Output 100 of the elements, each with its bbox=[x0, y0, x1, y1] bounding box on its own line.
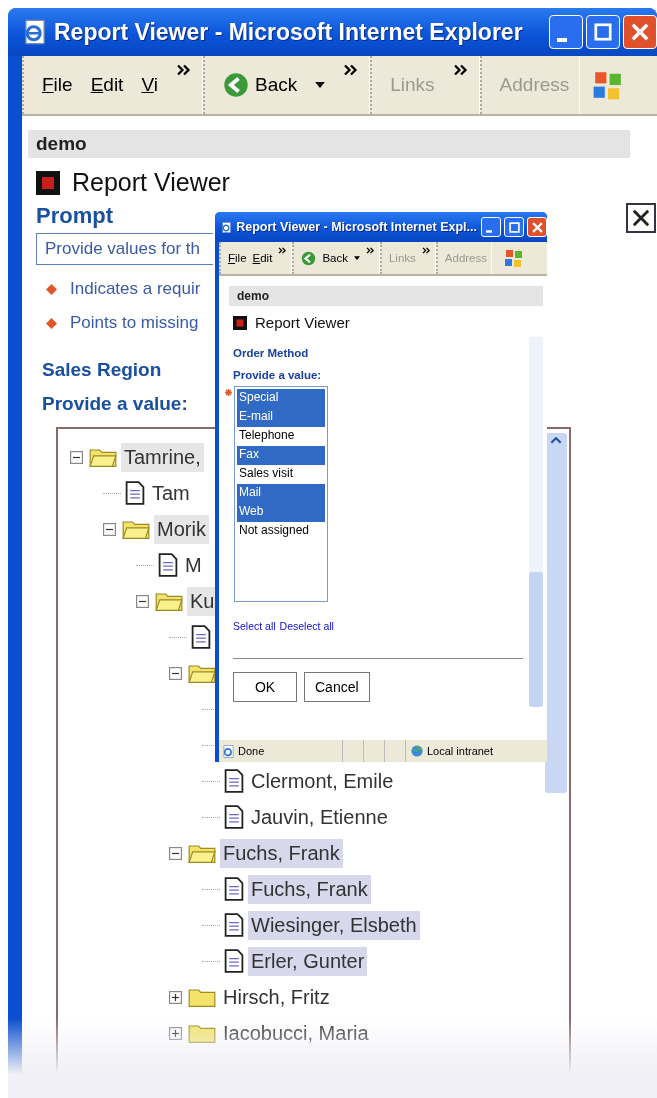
note-text: Points to missing bbox=[70, 313, 199, 333]
scroll-up-icon[interactable] bbox=[550, 437, 562, 444]
globe-icon bbox=[410, 744, 424, 758]
chevron-icon[interactable] bbox=[343, 64, 360, 76]
list-option[interactable]: Not assigned bbox=[237, 522, 325, 541]
list-option[interactable]: Sales visit bbox=[237, 465, 325, 484]
tree-item[interactable]: Erler, Gunter bbox=[248, 946, 368, 976]
collapse-icon[interactable] bbox=[70, 450, 83, 464]
folder-icon bbox=[188, 986, 216, 1008]
chevron-icon[interactable] bbox=[278, 247, 288, 254]
tree-item[interactable]: Ku bbox=[187, 586, 218, 616]
tree-item[interactable]: Hirsch, Fritz bbox=[220, 982, 333, 1012]
tree-item[interactable]: Morik bbox=[154, 514, 209, 544]
tree-item[interactable]: M bbox=[182, 550, 205, 580]
site-bar: demo bbox=[229, 286, 543, 306]
page-icon bbox=[222, 744, 235, 758]
tree-item[interactable]: Fuchs, Frank bbox=[220, 838, 343, 868]
status-text: Done bbox=[238, 745, 265, 757]
menu-item[interactable]: Edit bbox=[90, 74, 124, 96]
close-button[interactable] bbox=[623, 15, 657, 49]
chevron-icon[interactable] bbox=[365, 247, 375, 254]
zone-text: Local intranet bbox=[427, 745, 494, 757]
tree-item[interactable]: Iacobucci, Maria bbox=[220, 1018, 372, 1048]
page-header: Report Viewer bbox=[72, 168, 230, 197]
collapse-icon[interactable] bbox=[169, 666, 182, 680]
caret-icon[interactable] bbox=[353, 256, 360, 260]
document-icon bbox=[158, 553, 178, 577]
menu-item[interactable]: Edit bbox=[252, 252, 273, 264]
list-option[interactable]: Web bbox=[237, 503, 325, 522]
maximize-icon bbox=[594, 23, 612, 41]
menu-item[interactable]: File bbox=[42, 74, 73, 96]
collapse-icon[interactable] bbox=[136, 594, 149, 608]
tree-item[interactable]: Fuchs, Frank bbox=[248, 874, 371, 904]
options-listbox[interactable]: Special E-mail Telephone Fax Sales visit Mail Web Not assigned bbox=[234, 386, 328, 602]
bullet-icon bbox=[46, 317, 57, 329]
flag-logo-icon bbox=[504, 248, 524, 268]
tree-item[interactable]: Tam bbox=[149, 478, 193, 508]
expand-icon[interactable] bbox=[169, 1026, 182, 1040]
chevron-icon[interactable] bbox=[421, 247, 431, 254]
intro-text: Provide values for th bbox=[45, 239, 200, 258]
minimize-button[interactable] bbox=[481, 217, 501, 237]
tree-scrollbar[interactable] bbox=[545, 433, 567, 793]
collapse-icon[interactable] bbox=[103, 522, 116, 536]
page-header: Report Viewer bbox=[255, 314, 350, 331]
list-option[interactable]: Telephone bbox=[237, 427, 325, 446]
minimize-button[interactable] bbox=[549, 15, 583, 49]
folder-icon bbox=[89, 446, 117, 468]
close-icon bbox=[631, 23, 649, 41]
document-icon bbox=[224, 769, 244, 793]
collapse-icon[interactable] bbox=[169, 846, 182, 860]
folder-icon bbox=[122, 518, 150, 540]
tree-item[interactable]: Tamrine, bbox=[121, 442, 204, 472]
document-icon bbox=[125, 481, 145, 505]
caret-icon[interactable] bbox=[315, 82, 326, 88]
close-button[interactable] bbox=[527, 217, 547, 237]
section-title: Sales Region bbox=[42, 359, 162, 381]
browser-icon bbox=[22, 19, 48, 45]
tree-item[interactable]: Jauvin, Etienne bbox=[248, 802, 391, 832]
folder-icon bbox=[188, 1022, 216, 1044]
close-prompt-button[interactable] bbox=[626, 203, 656, 233]
cancel-button[interactable]: Cancel bbox=[304, 672, 370, 702]
note-text: Indicates a requir bbox=[70, 279, 201, 299]
menu-item[interactable]: Vi bbox=[141, 74, 158, 96]
prompt-title: Prompt bbox=[36, 203, 113, 228]
menu-item[interactable]: File bbox=[228, 252, 247, 264]
browser-icon bbox=[221, 219, 233, 235]
prompt-label: Order Method bbox=[233, 347, 310, 359]
folder-icon bbox=[155, 590, 183, 612]
tree-item[interactable]: Clermont, Emile bbox=[248, 766, 397, 796]
select-link[interactable]: Select all bbox=[233, 620, 276, 632]
maximize-icon bbox=[508, 221, 520, 233]
bullet-icon bbox=[46, 283, 57, 295]
document-icon bbox=[224, 913, 244, 937]
document-icon bbox=[224, 805, 244, 829]
chevron-icon[interactable] bbox=[175, 64, 192, 76]
folder-icon bbox=[188, 662, 216, 684]
maximize-button[interactable] bbox=[504, 217, 524, 237]
chevron-icon[interactable] bbox=[452, 64, 469, 76]
close-icon bbox=[632, 209, 650, 227]
select-link[interactable]: Deselect all bbox=[279, 620, 334, 632]
expand-icon[interactable] bbox=[169, 990, 182, 1004]
address-label: Address bbox=[499, 74, 570, 96]
address-label: Address bbox=[444, 252, 487, 264]
page-scrollbar[interactable] bbox=[529, 337, 543, 707]
list-option[interactable]: Mail bbox=[237, 484, 325, 503]
folder-icon bbox=[188, 842, 216, 864]
site-bar: demo bbox=[28, 130, 630, 158]
window-title: Report Viewer - Microsoft Internet Expl... bbox=[236, 220, 477, 234]
maximize-button[interactable] bbox=[586, 15, 620, 49]
back-button[interactable]: Back bbox=[301, 250, 348, 266]
ok-button[interactable]: OK bbox=[233, 672, 297, 702]
tree-item[interactable]: Wiesinger, Elsbeth bbox=[248, 910, 420, 940]
minimize-icon bbox=[557, 38, 567, 42]
list-option[interactable]: Special bbox=[237, 389, 325, 408]
window-title: Report Viewer - Microsoft Internet Explorer bbox=[54, 18, 523, 46]
list-option[interactable]: E-mail bbox=[237, 408, 325, 427]
list-option[interactable]: Fax bbox=[237, 446, 325, 465]
document-icon bbox=[224, 877, 244, 901]
back-button[interactable]: Back bbox=[222, 72, 298, 98]
instruction-text: Provide a value: bbox=[42, 393, 188, 415]
